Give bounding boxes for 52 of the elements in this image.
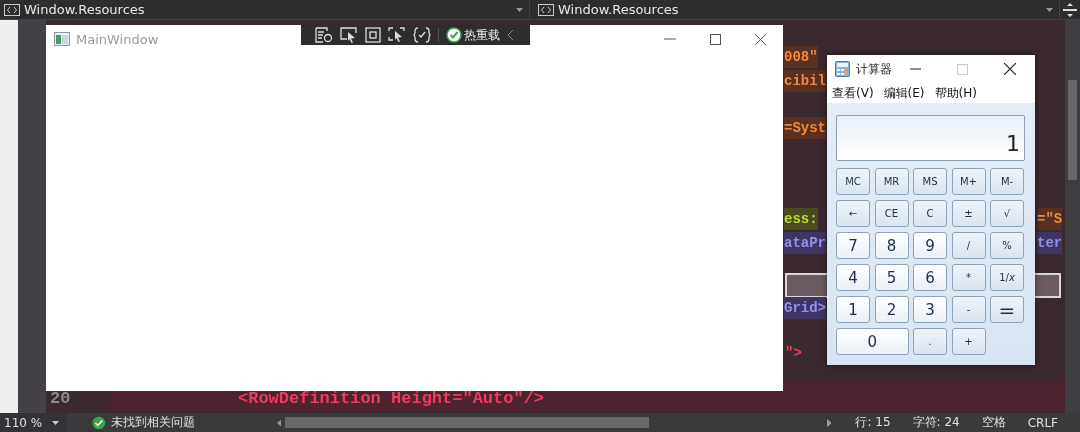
- menu-item[interactable]: 帮助(H): [934, 84, 977, 102]
- calculator-key[interactable]: /: [951, 232, 986, 259]
- display-field: 1: [836, 115, 1025, 161]
- menu-item[interactable]: 查看(V): [832, 84, 874, 102]
- calculator-key[interactable]: √: [990, 200, 1024, 227]
- column-indicator: 字符: 24: [912, 414, 960, 431]
- code-text: Grid>: [784, 297, 826, 319]
- calculator-key[interactable]: ←: [836, 200, 870, 227]
- calculator-key[interactable]: *: [951, 264, 986, 291]
- calculator-key[interactable]: ±: [951, 200, 986, 227]
- line-ending-indicator: CRLF: [1027, 415, 1058, 430]
- calculator-key[interactable]: 3: [913, 296, 947, 323]
- calculator-key[interactable]: C: [913, 200, 947, 227]
- calculator-key[interactable]: 4: [836, 264, 870, 291]
- calculator-key[interactable]: 9: [913, 232, 947, 259]
- calculator-key[interactable]: -: [951, 296, 986, 323]
- calculator-key[interactable]: .: [913, 328, 947, 355]
- zoom-dropdown[interactable]: 110 %: [0, 413, 66, 432]
- calculator-key[interactable]: 5: [874, 264, 909, 291]
- calculator-key[interactable]: 7: [836, 232, 870, 259]
- line-indicator: 行: 15: [855, 414, 891, 431]
- window-title: 计算器: [856, 60, 892, 78]
- calculator-key[interactable]: CE: [874, 200, 909, 227]
- code-text: 008": [784, 46, 818, 68]
- menu-item[interactable]: 编辑(E): [883, 84, 925, 102]
- calculator-key[interactable]: %: [990, 232, 1024, 259]
- calculator-key[interactable]: 2: [874, 296, 909, 323]
- calculator-key[interactable]: 1/x: [990, 264, 1024, 291]
- calculator-key[interactable]: MS: [913, 168, 947, 195]
- calculator-key[interactable]: MR: [874, 168, 909, 195]
- line-number: 20: [50, 388, 71, 410]
- calculator-key[interactable]: =: [990, 296, 1024, 323]
- code-text: ">: [785, 344, 802, 363]
- calculator-key[interactable]: M+: [951, 168, 986, 195]
- code-text: ="S: [1037, 208, 1063, 230]
- code-text: <RowDefinition Height="Auto"/>: [238, 388, 545, 410]
- window-title: MainWindow: [76, 31, 159, 47]
- code-text: ess:: [784, 208, 818, 230]
- calculator-key[interactable]: 1: [836, 296, 870, 323]
- code-text: =Syst: [784, 117, 826, 139]
- calculator-key[interactable]: +: [951, 328, 986, 355]
- issues-status[interactable]: 未找到相关问题: [110, 414, 195, 431]
- code-text: cibil: [784, 70, 826, 92]
- code-text: ter: [1037, 232, 1063, 254]
- calculator-key[interactable]: 8: [874, 232, 909, 259]
- hot-reload-label[interactable]: 热重载: [464, 26, 500, 44]
- calculator-key[interactable]: 6: [913, 264, 947, 291]
- calculator-key[interactable]: 0: [836, 328, 909, 355]
- calculator-key[interactable]: MC: [836, 168, 870, 195]
- calculator-key[interactable]: M-: [990, 168, 1024, 195]
- indent-indicator: 空格: [981, 414, 1006, 431]
- code-text: ataPr: [784, 232, 826, 254]
